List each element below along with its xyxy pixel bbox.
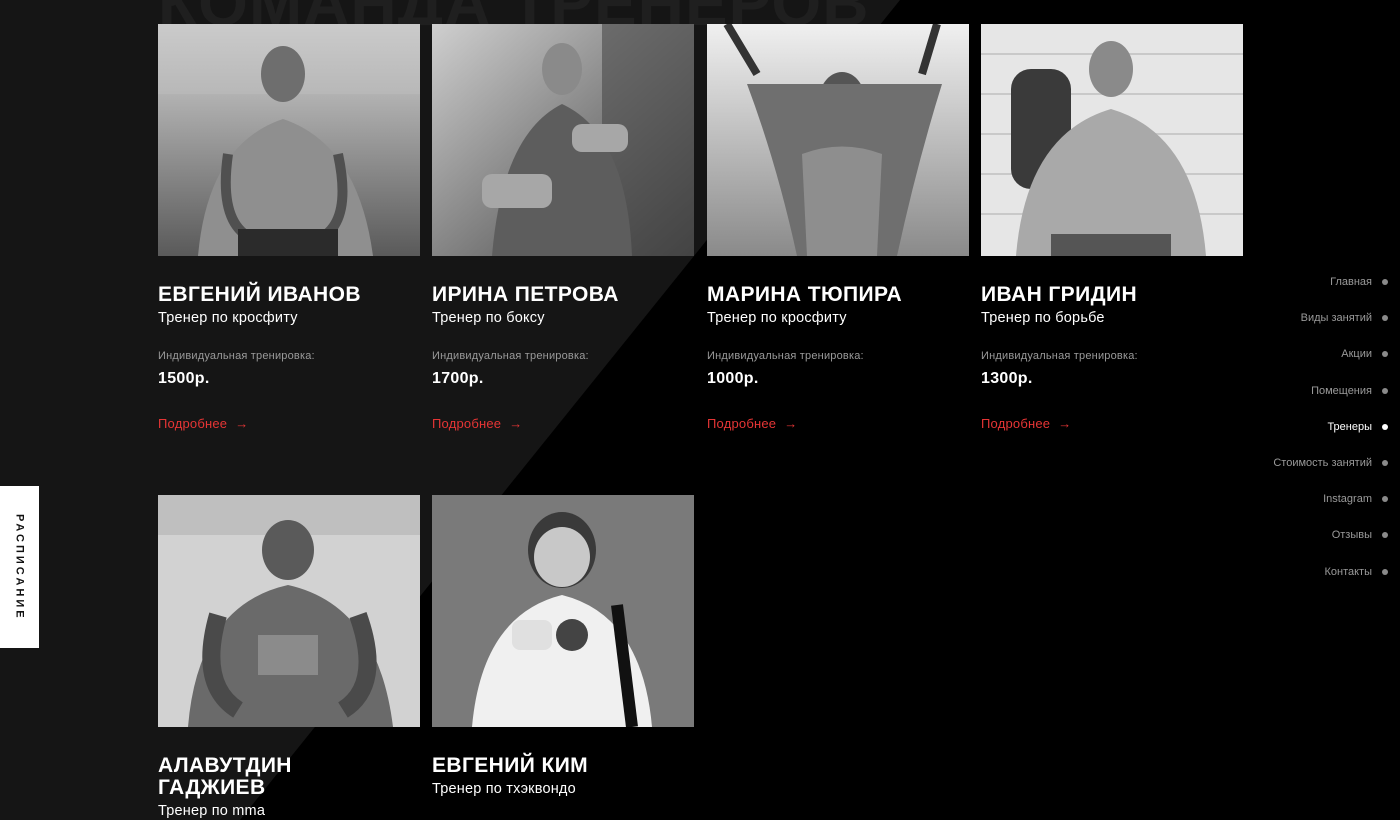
trainer-card: ИВАН ГРИДИН Тренер по борьбе Индивидуаль… xyxy=(981,24,1243,433)
nav-item-label: Главная xyxy=(1330,276,1372,289)
arrow-right-icon: → xyxy=(235,416,249,431)
trainer-role: Тренер по кросфиту xyxy=(707,310,847,326)
trainer-name: ИРИНА ПЕТРОВА xyxy=(432,283,619,306)
trainer-name: ЕВГЕНИЙ ИВАНОВ xyxy=(158,283,361,306)
trainer-photo-image xyxy=(158,495,420,727)
nav-dot-icon xyxy=(1382,351,1388,358)
nav-item-label: Стоимость занятий xyxy=(1273,457,1372,470)
more-link[interactable]: Подробнее → xyxy=(707,416,797,431)
trainer-photo-image xyxy=(432,495,694,727)
trainer-name: МАРИНА ТЮПИРА xyxy=(707,283,903,306)
trainer-card: ИРИНА ПЕТРОВА Тренер по боксу Индивидуал… xyxy=(432,24,694,433)
arrow-right-icon: → xyxy=(509,416,523,431)
trainer-photo[interactable] xyxy=(707,24,969,256)
nav-item-label: Помещения xyxy=(1311,384,1372,397)
trainer-photo-image xyxy=(707,24,969,256)
nav-item-trainers[interactable]: Тренеры xyxy=(1273,409,1388,445)
more-link-label: Подробнее xyxy=(432,416,502,431)
trainer-photo-image xyxy=(158,24,420,256)
nav-dot-icon xyxy=(1382,568,1388,575)
trainer-role: Тренер по mma xyxy=(158,803,266,819)
more-link-label: Подробнее xyxy=(707,416,777,431)
trainer-card: АЛАВУТДИН ГАДЖИЕВ Тренер по mma xyxy=(158,495,420,819)
trainer-price: 1300р. xyxy=(981,370,1033,387)
trainer-photo[interactable] xyxy=(158,24,420,256)
schedule-tab[interactable]: РАСПИСАНИЕ xyxy=(0,486,39,648)
nav-dot-icon xyxy=(1382,423,1388,430)
trainer-role: Тренер по борьбе xyxy=(981,310,1105,326)
nav-item-label: Instagram xyxy=(1323,493,1372,506)
nav-item-rooms[interactable]: Помещения xyxy=(1273,373,1388,409)
price-label: Индивидуальная тренировка: xyxy=(707,350,864,362)
nav-item-contacts[interactable]: Контакты xyxy=(1273,554,1388,590)
nav-item-label: Отзывы xyxy=(1331,529,1372,542)
nav-dot-icon xyxy=(1382,496,1388,503)
trainer-name: АЛАВУТДИН ГАДЖИЕВ xyxy=(158,754,292,799)
nav-dot-icon xyxy=(1382,387,1388,394)
price-label: Индивидуальная тренировка: xyxy=(981,350,1138,362)
schedule-tab-label: РАСПИСАНИЕ xyxy=(13,513,26,621)
trainer-name: ЕВГЕНИЙ КИМ xyxy=(432,754,589,777)
nav-item-label: Виды занятий xyxy=(1300,312,1372,325)
nav-item-classes[interactable]: Виды занятий xyxy=(1273,300,1388,336)
trainer-card: МАРИНА ТЮПИРА Тренер по кросфиту Индивид… xyxy=(707,24,969,433)
price-label: Индивидуальная тренировка: xyxy=(432,350,589,362)
trainer-photo[interactable] xyxy=(981,24,1243,256)
nav-item-prices[interactable]: Стоимость занятий xyxy=(1273,445,1388,481)
nav-item-instagram[interactable]: Instagram xyxy=(1273,481,1388,517)
more-link-label: Подробнее xyxy=(981,416,1051,431)
arrow-right-icon: → xyxy=(1058,416,1072,431)
price-label: Индивидуальная тренировка: xyxy=(158,350,315,362)
trainer-price: 1700р. xyxy=(432,370,484,387)
trainer-photo-image xyxy=(981,24,1243,256)
more-link-label: Подробнее xyxy=(158,416,228,431)
nav-dot-icon xyxy=(1382,460,1388,467)
trainer-card: ЕВГЕНИЙ КИМ Тренер по тхэквондо xyxy=(432,495,694,797)
arrow-right-icon: → xyxy=(784,416,798,431)
nav-dot-icon xyxy=(1382,532,1388,539)
trainer-role: Тренер по кросфиту xyxy=(158,310,298,326)
trainer-photo-image xyxy=(432,24,694,256)
trainer-card: ЕВГЕНИЙ ИВАНОВ Тренер по кросфиту Индиви… xyxy=(158,24,420,433)
trainer-photo[interactable] xyxy=(432,24,694,256)
nav-item-label: Акции xyxy=(1341,348,1372,361)
trainer-price: 1000р. xyxy=(707,370,759,387)
trainer-role: Тренер по тхэквондо xyxy=(432,781,576,797)
more-link[interactable]: Подробнее → xyxy=(432,416,522,431)
trainer-photo[interactable] xyxy=(158,495,420,727)
more-link[interactable]: Подробнее → xyxy=(158,416,248,431)
nav-item-reviews[interactable]: Отзывы xyxy=(1273,517,1388,553)
nav-dot-icon xyxy=(1382,279,1388,286)
nav-item-label: Тренеры xyxy=(1327,420,1372,433)
nav-item-label: Контакты xyxy=(1324,565,1372,578)
trainer-photo[interactable] xyxy=(432,495,694,727)
nav-item-home[interactable]: Главная xyxy=(1273,264,1388,300)
trainer-price: 1500р. xyxy=(158,370,210,387)
trainer-name: ИВАН ГРИДИН xyxy=(981,283,1138,306)
nav-item-promotions[interactable]: Акции xyxy=(1273,336,1388,372)
nav-dot-icon xyxy=(1382,315,1388,322)
trainer-role: Тренер по боксу xyxy=(432,310,545,326)
side-navigation: Главная Виды занятий Акции Помещения Тре… xyxy=(1273,264,1388,590)
more-link[interactable]: Подробнее → xyxy=(981,416,1071,431)
